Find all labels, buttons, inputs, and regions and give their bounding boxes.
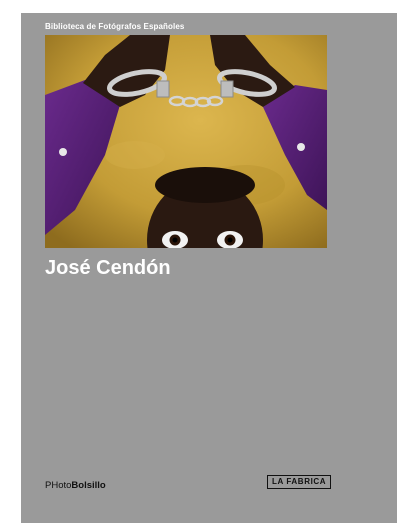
brand-prefix: PHoto — [45, 480, 72, 491]
author-name: José Cendón — [45, 257, 171, 279]
cover-photo — [45, 35, 327, 248]
series-title: Biblioteca de Fotógrafos Españoles — [45, 22, 185, 31]
brand-suffix: Bolsillo — [71, 480, 106, 491]
publisher-logo: LA FABRICA — [267, 475, 332, 489]
series-brand-logo: PHotoBolsillo — [45, 480, 106, 491]
